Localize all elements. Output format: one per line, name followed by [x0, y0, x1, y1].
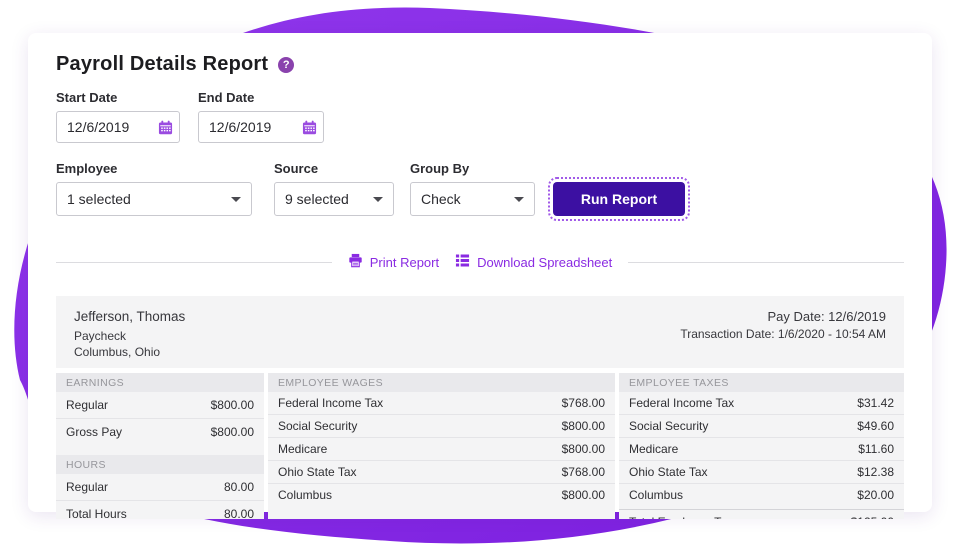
- row-label: Columbus: [278, 488, 332, 502]
- report-card: Payroll Details Report ? Start Date: [28, 33, 932, 512]
- table-row: Regular $800.00: [56, 392, 264, 418]
- employee-select-value: 1 selected: [67, 191, 131, 207]
- printer-icon: [348, 253, 363, 271]
- source-select[interactable]: 9 selected: [274, 182, 394, 216]
- calendar-icon[interactable]: [302, 120, 317, 135]
- employee-select[interactable]: 1 selected: [56, 182, 252, 216]
- table-row: Social Security $49.60: [619, 414, 904, 437]
- employee-label: Employee: [56, 161, 252, 176]
- group-by-select-value: Check: [421, 191, 461, 207]
- print-report-link[interactable]: Print Report: [348, 253, 439, 271]
- row-label: Social Security: [278, 419, 357, 433]
- table-row: Medicare $11.60: [619, 437, 904, 460]
- earnings-hours-column: EARNINGS Regular$800.00Gross Pay$800.00 …: [56, 373, 264, 519]
- source-label: Source: [274, 161, 394, 176]
- earnings-header: EARNINGS: [56, 373, 264, 392]
- employee-filter-group: Employee 1 selected: [56, 161, 252, 216]
- employee-info: Jefferson, Thomas Paycheck Columbus, Ohi…: [74, 309, 185, 356]
- table-row: Columbus $800.00: [268, 483, 615, 506]
- row-value: $800.00: [562, 419, 605, 433]
- report-result: Jefferson, Thomas Paycheck Columbus, Ohi…: [56, 296, 904, 519]
- row-value: $768.00: [562, 465, 605, 479]
- row-value: $800.00: [211, 425, 254, 439]
- row-label: Regular: [66, 480, 108, 494]
- employee-taxes-header: EMPLOYEE TAXES: [619, 373, 904, 392]
- table-row: Social Security $800.00: [268, 414, 615, 437]
- row-value: $11.60: [858, 442, 894, 456]
- employee-wages-column: EMPLOYEE WAGES Federal Income Tax $768.00…: [268, 373, 615, 519]
- spacer: [56, 445, 264, 455]
- row-label: Social Security: [629, 419, 708, 433]
- page-title: Payroll Details Report: [56, 53, 268, 76]
- row-label: Ohio State Tax: [278, 465, 357, 479]
- table-row: Columbus $20.00: [619, 483, 904, 506]
- check-dates: Pay Date: 12/6/2019 Transaction Date: 1/…: [680, 309, 886, 356]
- download-spreadsheet-label: Download Spreadsheet: [477, 255, 612, 270]
- table-row: Federal Income Tax $768.00: [268, 392, 615, 414]
- page: Payroll Details Report ? Start Date: [0, 0, 960, 546]
- source-filter-group: Source 9 selected: [274, 161, 394, 216]
- divider-line: [56, 262, 332, 263]
- help-icon[interactable]: ?: [278, 57, 294, 73]
- group-by-filter-group: Group By Check: [410, 161, 535, 216]
- earnings-table: EARNINGS Regular $800.00 Gross Pay $800.00: [56, 373, 264, 445]
- total-employee-taxes-row: Total Employee Taxes $125.00: [619, 509, 904, 519]
- row-value: $800.00: [562, 442, 605, 456]
- table-row: Ohio State Tax $12.38: [619, 460, 904, 483]
- end-date-group: End Date: [198, 90, 324, 143]
- row-label: Medicare: [278, 442, 327, 456]
- total-value: $125.00: [851, 515, 894, 519]
- run-report-button[interactable]: Run Report: [553, 182, 685, 216]
- row-label: Columbus: [629, 488, 683, 502]
- row-label: Federal Income Tax: [278, 396, 383, 410]
- end-date-label: End Date: [198, 90, 324, 105]
- chevron-down-icon: [231, 197, 241, 202]
- table-row: Medicare $800.00: [268, 437, 615, 460]
- employee-name: Jefferson, Thomas: [74, 309, 185, 324]
- table-row: Regular 80.00: [56, 474, 264, 500]
- row-label: Ohio State Tax: [629, 465, 708, 479]
- row-label: Medicare: [629, 442, 678, 456]
- print-report-label: Print Report: [370, 255, 439, 270]
- download-spreadsheet-link[interactable]: Download Spreadsheet: [455, 253, 612, 271]
- chevron-down-icon: [373, 197, 383, 202]
- employee-wages-header: EMPLOYEE WAGES: [268, 373, 615, 392]
- row-value: 80.00: [224, 480, 254, 494]
- row-label: Regular: [66, 398, 108, 412]
- row-value: 80.00: [224, 507, 254, 519]
- source-select-value: 9 selected: [285, 191, 349, 207]
- row-value: $20.00: [857, 488, 894, 502]
- spreadsheet-list-icon: [455, 253, 470, 271]
- divider-line: [628, 262, 904, 263]
- start-date-label: Start Date: [56, 90, 180, 105]
- start-date-group: Start Date: [56, 90, 180, 143]
- row-value: $49.60: [857, 419, 894, 433]
- employee-taxes-column: EMPLOYEE TAXES Federal Income Tax $31.42 S…: [619, 373, 904, 519]
- check-summary-band: Jefferson, Thomas Paycheck Columbus, Ohi…: [56, 296, 904, 368]
- total-label: Total Employee Taxes: [629, 515, 746, 519]
- row-label: Federal Income Tax: [629, 396, 734, 410]
- group-by-select[interactable]: Check: [410, 182, 535, 216]
- row-value: $12.38: [857, 465, 894, 479]
- row-value: $800.00: [211, 398, 254, 412]
- table-row: Gross Pay $800.00: [56, 418, 264, 445]
- pay-date: Pay Date: 12/6/2019: [680, 309, 886, 324]
- row-label: Total Hours: [66, 507, 127, 519]
- row-label: Gross Pay: [66, 425, 122, 439]
- employee-location: Columbus, Ohio: [74, 344, 185, 360]
- transaction-date: Transaction Date: 1/6/2020 - 10:54 AM: [680, 327, 886, 341]
- calendar-icon[interactable]: [158, 120, 173, 135]
- group-by-label: Group By: [410, 161, 535, 176]
- row-value: $800.00: [562, 488, 605, 502]
- hours-table: HOURS Regular 80.00 Total Hours 80.00: [56, 455, 264, 519]
- row-value: $768.00: [562, 396, 605, 410]
- hours-header: HOURS: [56, 455, 264, 474]
- table-row: Federal Income Tax $31.42: [619, 392, 904, 414]
- table-row: Ohio State Tax $768.00: [268, 460, 615, 483]
- check-type: Paycheck: [74, 328, 185, 344]
- chevron-down-icon: [514, 197, 524, 202]
- table-row: Total Hours 80.00: [56, 500, 264, 519]
- row-value: $31.42: [857, 396, 894, 410]
